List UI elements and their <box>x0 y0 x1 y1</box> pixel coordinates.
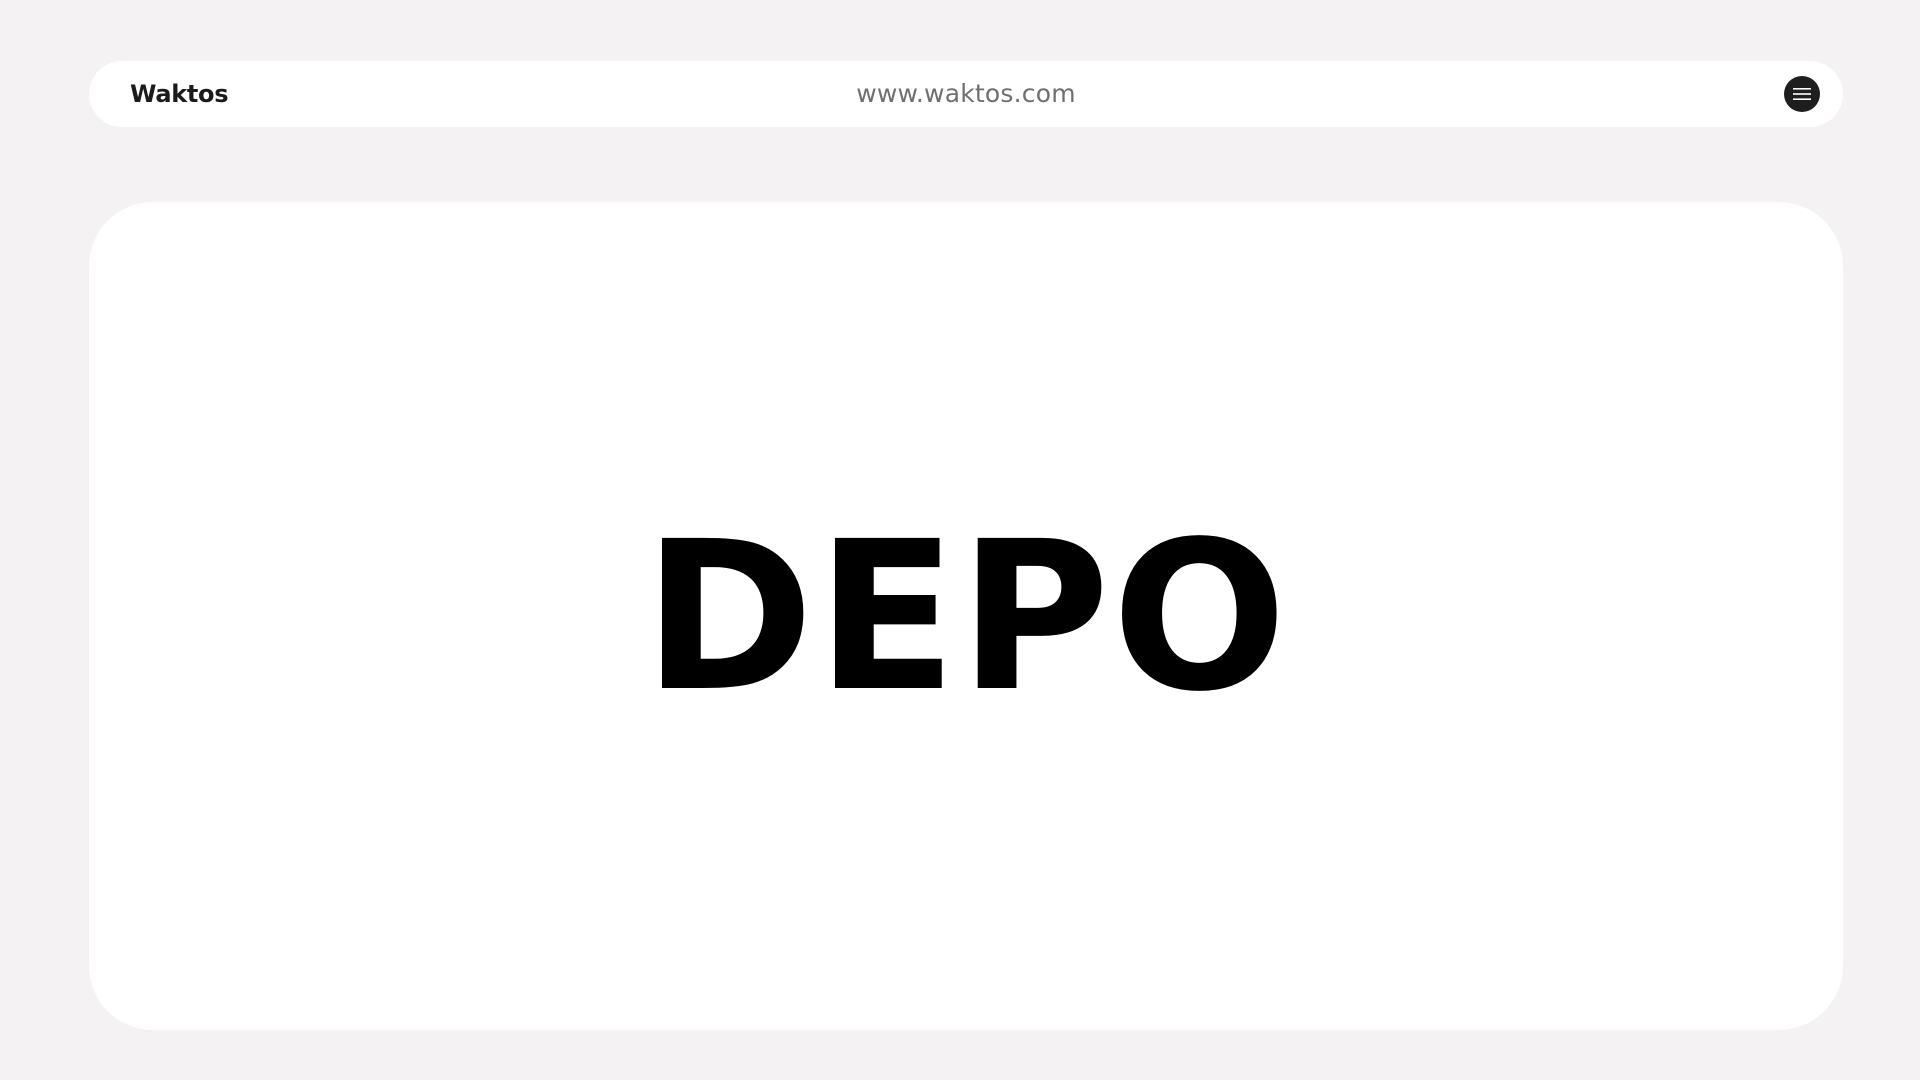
hamburger-menu-icon <box>1793 88 1811 100</box>
menu-button[interactable] <box>1784 76 1820 112</box>
hero-title: DEPO <box>643 497 1289 737</box>
site-url: www.waktos.com <box>856 79 1076 108</box>
top-bar: Waktos www.waktos.com <box>89 61 1843 127</box>
hero-card: DEPO <box>89 202 1843 1030</box>
